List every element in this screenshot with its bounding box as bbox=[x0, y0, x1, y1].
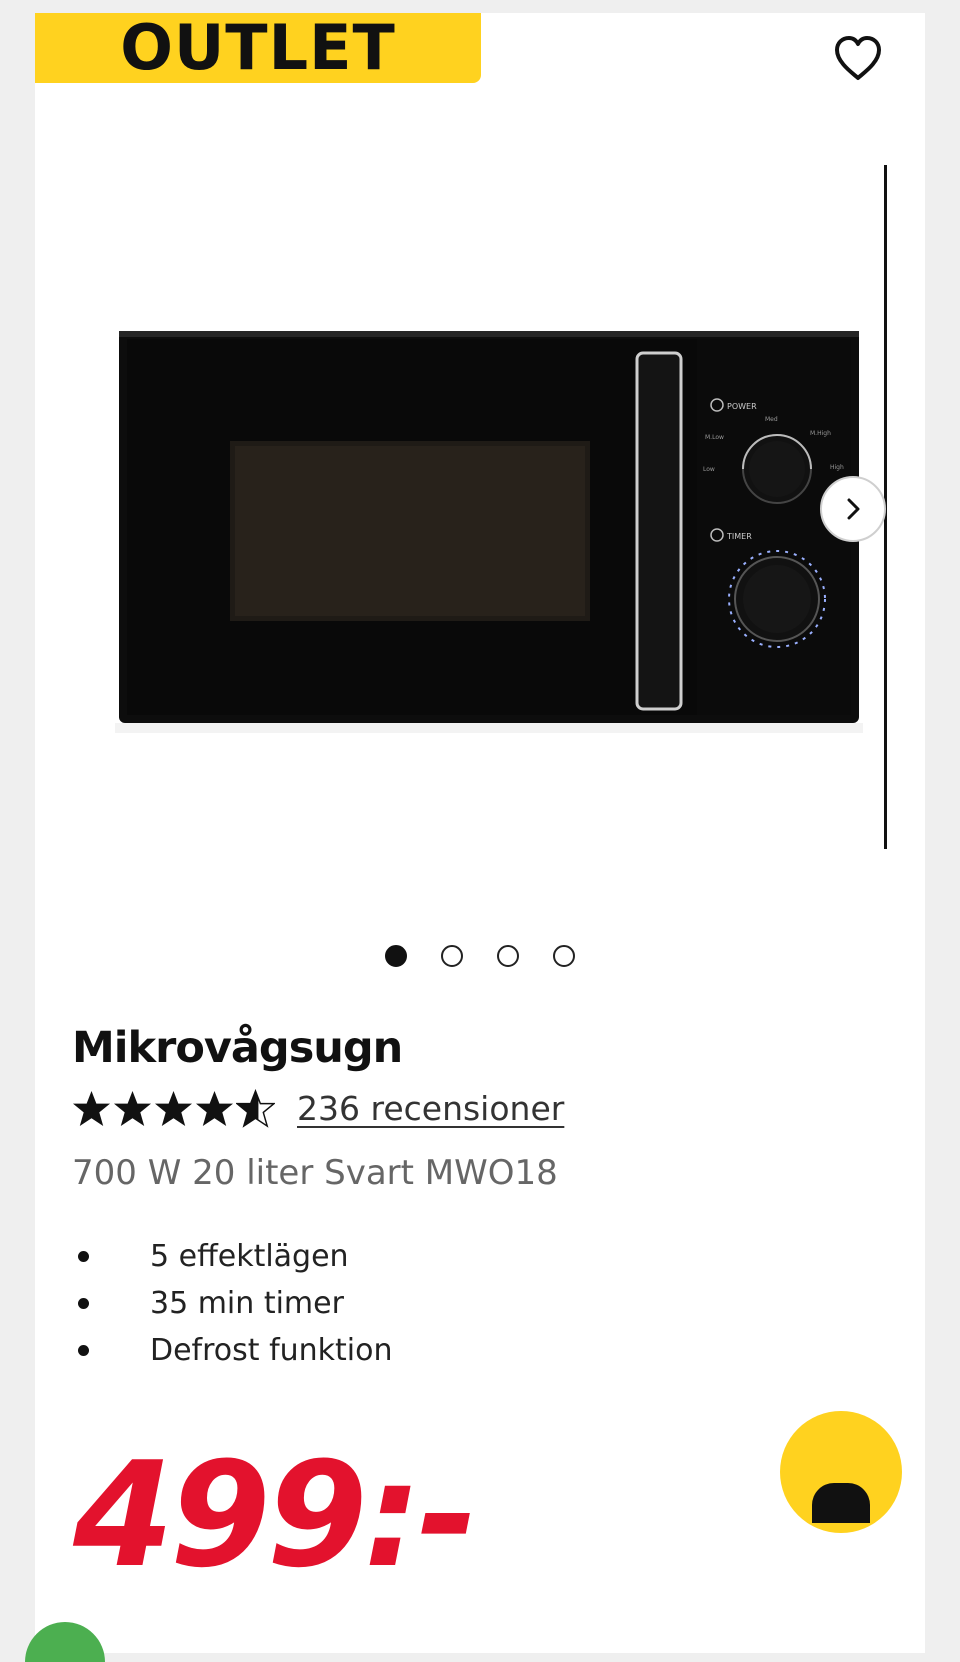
heart-outline-icon bbox=[835, 36, 881, 80]
svg-text:High: High bbox=[830, 464, 844, 471]
star-full-icon bbox=[113, 1090, 152, 1126]
gallery-next-button[interactable] bbox=[820, 476, 886, 542]
feature-item: 5 effektlägen bbox=[72, 1233, 393, 1280]
star-full-icon bbox=[72, 1090, 111, 1126]
feature-item: 35 min timer bbox=[72, 1280, 393, 1327]
star-full-icon bbox=[154, 1090, 193, 1126]
reviews-link[interactable]: 236 recensioner bbox=[297, 1089, 564, 1128]
add-to-cart-button[interactable] bbox=[780, 1411, 902, 1533]
star-full-icon bbox=[195, 1090, 234, 1126]
svg-text:Low: Low bbox=[703, 466, 715, 473]
timer-label: TIMER bbox=[726, 532, 752, 541]
svg-text:M.High: M.High bbox=[810, 430, 831, 437]
feature-list: 5 effektlägen 35 min timer Defrost funkt… bbox=[72, 1233, 393, 1374]
product-card: OUTLET POWER M.Low Med M.High Low High T… bbox=[35, 13, 925, 1653]
product-price: 499:- bbox=[73, 1431, 478, 1600]
gallery-dot-1[interactable] bbox=[385, 945, 407, 967]
outlet-badge: OUTLET bbox=[35, 13, 481, 83]
favorite-button[interactable] bbox=[832, 33, 884, 83]
power-label: POWER bbox=[727, 402, 757, 411]
feature-item: Defrost funktion bbox=[72, 1327, 393, 1374]
svg-text:M.Low: M.Low bbox=[705, 434, 724, 441]
product-subtitle: 700 W 20 liter Svart MWO18 bbox=[72, 1153, 558, 1193]
chevron-right-icon bbox=[847, 498, 860, 520]
gallery-dot-4[interactable] bbox=[553, 945, 575, 967]
product-image: POWER M.Low Med M.High Low High TIMER bbox=[115, 331, 863, 733]
rating-row: 236 recensioner bbox=[72, 1085, 564, 1131]
svg-text:Med: Med bbox=[765, 416, 778, 423]
product-title: Mikrovågsugn bbox=[72, 1023, 403, 1073]
gallery-dot-2[interactable] bbox=[441, 945, 463, 967]
cart-icon bbox=[812, 1483, 870, 1523]
product-image-gallery[interactable]: POWER M.Low Med M.High Low High TIMER bbox=[35, 153, 925, 853]
outlet-badge-label: OUTLET bbox=[120, 13, 396, 84]
gallery-dot-3[interactable] bbox=[497, 945, 519, 967]
gallery-pagination bbox=[35, 945, 925, 967]
star-rating bbox=[72, 1088, 275, 1128]
star-half-icon bbox=[236, 1088, 275, 1128]
